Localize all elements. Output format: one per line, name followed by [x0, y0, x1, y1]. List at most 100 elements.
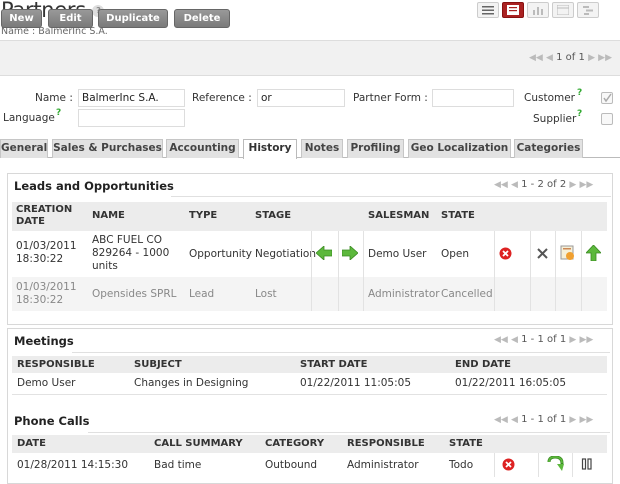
- table-row[interactable]: Demo User Changes in Designing 01/22/201…: [12, 373, 607, 393]
- pause-icon[interactable]: [581, 458, 593, 473]
- tab-categories[interactable]: Categories: [514, 139, 583, 158]
- col-stage[interactable]: STAGE: [255, 210, 291, 221]
- lead-state: Cancelled: [441, 288, 493, 300]
- first-page-icon[interactable]: ◀◀: [529, 53, 543, 63]
- tab-general[interactable]: General: [0, 139, 48, 158]
- supplier-checkbox[interactable]: [601, 113, 613, 125]
- tab-sales-purchases[interactable]: Sales & Purchases: [52, 139, 163, 158]
- toolbar: [0, 40, 620, 76]
- lead-name: Opensides SPRL: [92, 288, 177, 300]
- form-view-icon[interactable]: [502, 2, 524, 18]
- call-state: Todo: [449, 459, 474, 471]
- table-row[interactable]: 01/28/2011 14:15:30 Bad time Outbound Ad…: [12, 454, 607, 476]
- divider: [363, 231, 364, 311]
- leads-first-icon[interactable]: ◀◀: [494, 180, 508, 190]
- name-label: Name :: [35, 92, 73, 104]
- tools-icon[interactable]: [536, 247, 549, 263]
- leads-prev-icon[interactable]: ◀: [511, 180, 518, 190]
- convert-opportunity-icon[interactable]: [560, 245, 576, 264]
- meetings-prev-icon[interactable]: ◀: [511, 335, 518, 345]
- divider: [338, 231, 339, 311]
- col-creation-date[interactable]: CREATION DATE: [16, 204, 72, 228]
- lead-state: Open: [441, 248, 470, 260]
- divider: [555, 231, 556, 311]
- leads-last-icon[interactable]: ▶▶: [580, 180, 594, 190]
- calls-title: Phone Calls: [14, 414, 90, 428]
- new-button[interactable]: New: [1, 9, 42, 28]
- name-field[interactable]: BalmerInc S.A.: [78, 89, 185, 107]
- calendar-view-icon[interactable]: [552, 2, 574, 18]
- graph-view-icon[interactable]: [527, 2, 549, 18]
- col-state[interactable]: STATE: [441, 210, 475, 221]
- customer-checkbox[interactable]: [601, 92, 613, 104]
- divider: [494, 231, 495, 311]
- meetings-last-icon[interactable]: ▶▶: [580, 335, 594, 345]
- col-name[interactable]: NAME: [92, 210, 125, 221]
- tab-geo-localization[interactable]: Geo Localization: [408, 139, 511, 158]
- record-pager-text: 1 of 1: [556, 52, 585, 63]
- partner-form-field[interactable]: [432, 89, 514, 107]
- lead-date: 01/03/2011 18:30:22: [16, 281, 77, 306]
- stage-previous-icon[interactable]: [315, 245, 333, 263]
- last-page-icon[interactable]: ▶▶: [598, 53, 612, 63]
- call-responsible: Administrator: [347, 459, 419, 471]
- col-call-state[interactable]: STATE: [449, 438, 483, 449]
- supplier-label: Supplier: [533, 113, 577, 125]
- stage-next-icon[interactable]: [341, 245, 359, 263]
- reference-label: Reference :: [192, 92, 252, 104]
- meetings-pager: ◀◀ ◀ 1 - 1 of 1 ▶ ▶▶: [494, 334, 593, 345]
- leads-pager-text: 1 - 2 of 2: [521, 179, 567, 190]
- table-row[interactable]: 01/03/2011 18:30:22 Opensides SPRL Lead L…: [12, 277, 607, 311]
- divider: [494, 453, 495, 477]
- customer-help-icon[interactable]: ?: [577, 88, 582, 98]
- escalate-icon[interactable]: [585, 244, 602, 264]
- edit-button[interactable]: Edit: [48, 9, 93, 28]
- col-category[interactable]: CATEGORY: [265, 438, 324, 449]
- col-start-date[interactable]: START DATE: [300, 359, 367, 370]
- calls-next-icon[interactable]: ▶: [569, 415, 576, 425]
- meetings-next-icon[interactable]: ▶: [569, 335, 576, 345]
- tab-accounting[interactable]: Accounting: [166, 139, 239, 158]
- cancel-lead-icon[interactable]: [499, 247, 512, 263]
- table-row[interactable]: 01/03/2011 18:30:22 ABC FUEL CO 829264 - 1…: [12, 231, 607, 277]
- meetings-first-icon[interactable]: ◀◀: [494, 335, 508, 345]
- lead-type: Opportunity: [189, 248, 253, 260]
- language-select[interactable]: [78, 109, 185, 127]
- col-call-responsible[interactable]: RESPONSIBLE: [347, 438, 425, 449]
- divider: [530, 231, 531, 311]
- calls-first-icon[interactable]: ◀◀: [494, 415, 508, 425]
- next-page-icon[interactable]: ▶: [588, 53, 595, 63]
- tab-notes[interactable]: Notes: [301, 139, 343, 158]
- meeting-responsible: Demo User: [17, 377, 76, 389]
- calls-prev-icon[interactable]: ◀: [511, 415, 518, 425]
- col-subject[interactable]: SUBJECT: [134, 359, 182, 370]
- calls-pager-text: 1 - 1 of 1: [521, 414, 567, 425]
- meeting-subject: Changes in Designing: [134, 377, 249, 389]
- gantt-view-icon[interactable]: [577, 2, 599, 18]
- meetings-pager-text: 1 - 1 of 1: [521, 334, 567, 345]
- lead-type: Lead: [189, 288, 215, 300]
- col-salesman[interactable]: SALESMAN: [368, 210, 429, 221]
- list-view-icon[interactable]: [477, 2, 499, 18]
- duplicate-button[interactable]: Duplicate: [98, 9, 168, 28]
- col-type[interactable]: TYPE: [189, 210, 217, 221]
- col-end-date[interactable]: END DATE: [455, 359, 511, 370]
- cancel-call-icon[interactable]: [502, 458, 515, 474]
- col-call-date[interactable]: DATE: [17, 438, 46, 449]
- supplier-help-icon[interactable]: ?: [577, 109, 582, 119]
- col-call-summary[interactable]: CALL SUMMARY: [154, 438, 243, 449]
- delete-button[interactable]: Delete: [174, 9, 230, 28]
- reschedule-icon[interactable]: [547, 455, 564, 475]
- call-category: Outbound: [265, 459, 318, 471]
- language-help-icon[interactable]: ?: [56, 108, 61, 118]
- divider: [311, 231, 312, 311]
- prev-page-icon[interactable]: ◀: [546, 53, 553, 63]
- tab-history[interactable]: History: [243, 139, 297, 159]
- calls-last-icon[interactable]: ▶▶: [580, 415, 594, 425]
- calls-pager: ◀◀ ◀ 1 - 1 of 1 ▶ ▶▶: [494, 414, 593, 425]
- leads-next-icon[interactable]: ▶: [569, 180, 576, 190]
- divider: [538, 453, 539, 477]
- col-responsible[interactable]: RESPONSIBLE: [17, 359, 95, 370]
- tab-profiling[interactable]: Profiling: [347, 139, 404, 158]
- reference-field[interactable]: or: [257, 89, 345, 107]
